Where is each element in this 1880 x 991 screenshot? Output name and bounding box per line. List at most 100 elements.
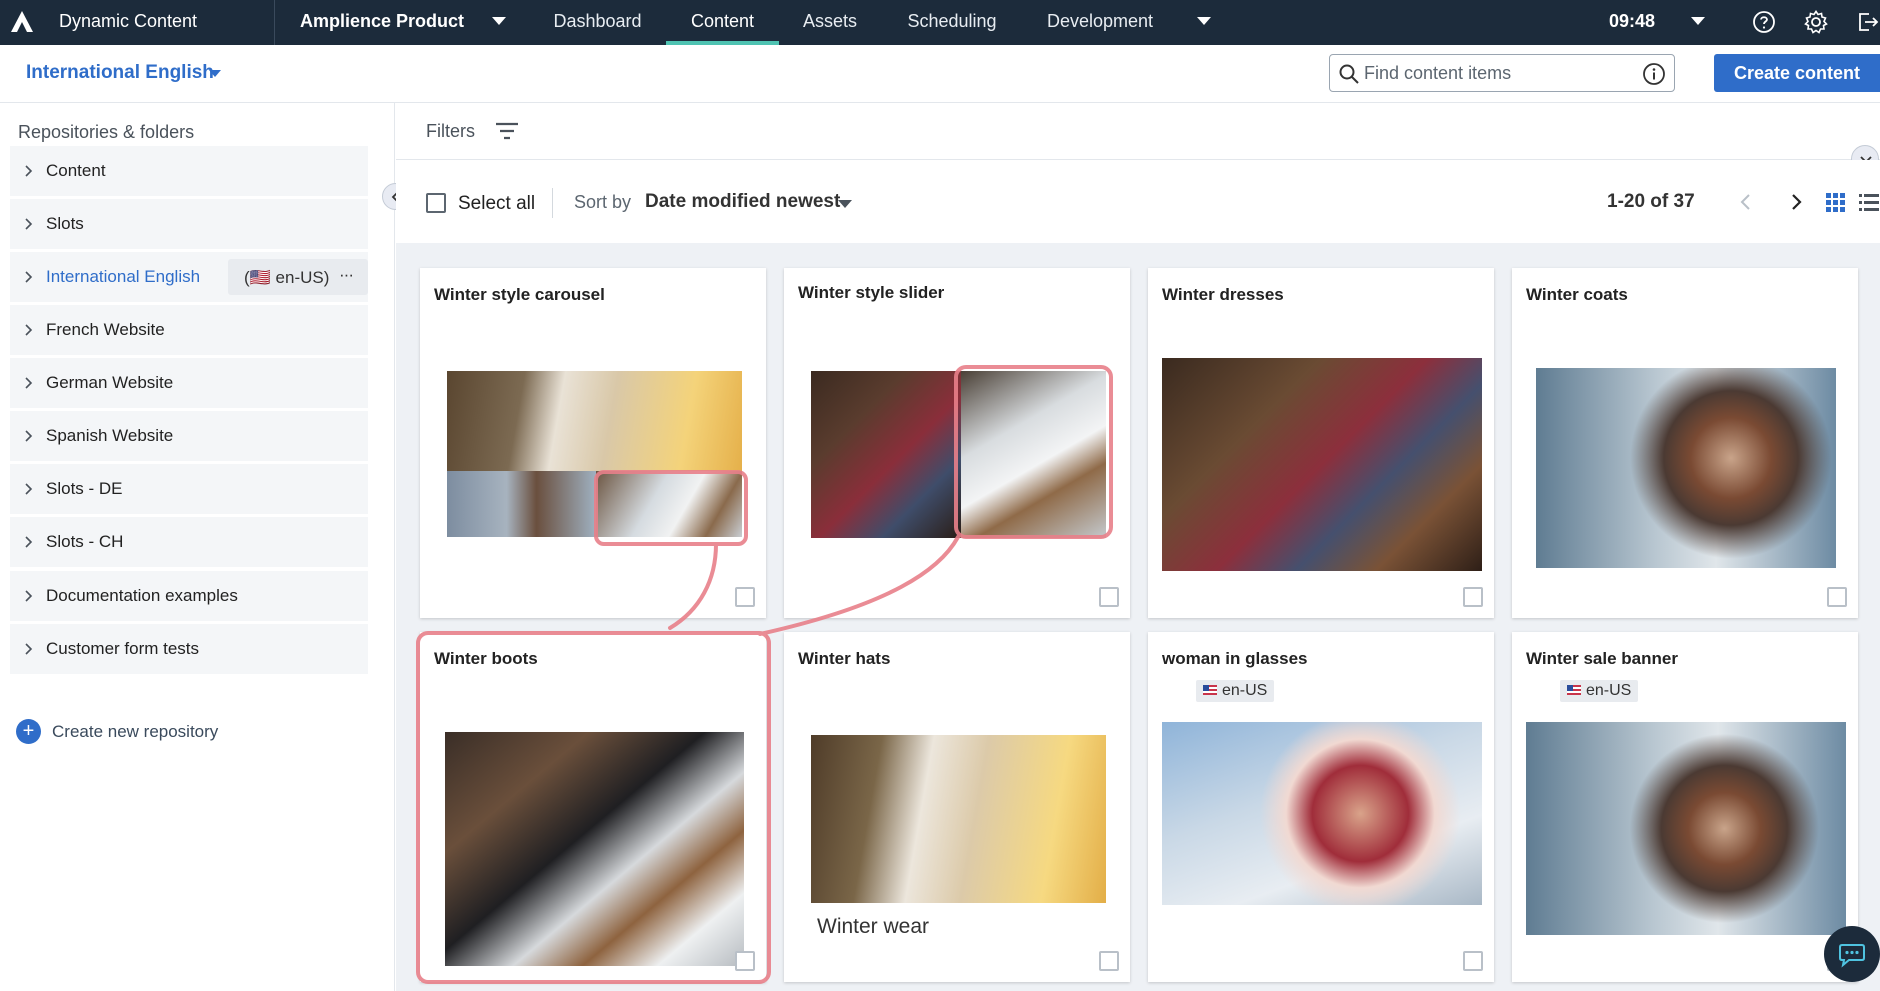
content-card[interactable]: Winter sale banner en-US [1512,632,1858,982]
us-flag-icon [1203,685,1217,695]
sidebar-item[interactable]: Slots - DE [10,464,368,514]
card-title: Winter dresses [1162,285,1284,304]
sidebar-item[interactable]: Content [10,146,368,196]
chevron-right-icon[interactable] [22,270,34,284]
sort-select[interactable]: Date modified newest [645,191,840,213]
grid-view-icon[interactable] [1823,190,1847,214]
tab-scheduling[interactable]: Scheduling [892,0,1012,45]
sidebar-item-label: Documentation examples [46,586,238,605]
locale-tag-label: en-US [1222,682,1268,699]
chevron-right-icon[interactable] [22,482,34,496]
chevron-right-icon[interactable] [22,164,34,178]
tab-development[interactable]: Development [1035,0,1165,45]
card-thumbnail-image [811,735,1106,903]
content-card[interactable]: Winter style slider [784,268,1130,618]
top-nav-bar: Dynamic Content Amplience Product Dashbo… [0,0,1880,45]
locale-caret-icon[interactable] [209,70,221,77]
next-page-icon[interactable] [1785,190,1807,214]
sidebar-item[interactable]: Slots - CH [10,517,368,567]
app-name[interactable]: Dynamic Content [59,11,197,32]
select-all-label[interactable]: Select all [458,193,535,215]
content-card[interactable]: Winter coats [1512,268,1858,618]
card-thumbnail-image [1162,722,1482,905]
card-checkbox[interactable] [1463,587,1483,607]
tab-content[interactable]: Content [666,0,779,45]
sidebar-item-label: International English [46,267,201,286]
sidebar-item-label: French Website [46,320,165,339]
content-card[interactable]: Winter boots [420,632,766,982]
chat-icon [1839,944,1865,968]
filter-icon[interactable] [494,121,520,141]
card-title: Winter hats [798,649,891,668]
create-content-button[interactable]: Create content [1714,54,1880,92]
chevron-right-icon[interactable] [22,376,34,390]
card-checkbox[interactable] [735,587,755,607]
time-caret-icon[interactable] [1691,17,1705,25]
card-title: Winter style slider [798,283,945,302]
card-thumbnail-image [1162,358,1482,571]
filters-label[interactable]: Filters [426,121,475,142]
sidebar-item[interactable]: Slots [10,199,368,249]
chevron-right-icon[interactable] [22,589,34,603]
sidebar-item-label: Slots [46,214,84,233]
chevron-right-icon[interactable] [22,429,34,443]
help-icon[interactable] [1751,9,1777,35]
amplience-logo-icon[interactable] [8,8,36,36]
card-checkbox[interactable] [1463,951,1483,971]
tab-dashboard[interactable]: Dashboard [535,0,660,45]
plus-icon: + [16,719,41,744]
tab-scheduling-label: Scheduling [907,11,997,31]
sidebar-item[interactable]: Documentation examples [10,571,368,621]
more-options-icon[interactable]: ··· [339,265,354,285]
search-icon [1339,64,1359,84]
card-title: Winter style carousel [434,285,605,304]
list-view-icon[interactable] [1857,190,1880,214]
locale-tag-label: (🇺🇸 en-US) [244,268,330,287]
content-card[interactable]: woman in glasses en-US [1148,632,1494,982]
card-thumbnail-image [1536,368,1836,568]
card-title: Winter sale banner [1526,649,1678,668]
info-icon[interactable] [1642,62,1666,86]
search-box[interactable] [1329,54,1675,92]
nav-divider [274,0,275,45]
card-title: Winter coats [1526,285,1628,304]
search-input[interactable] [1364,59,1634,87]
tab-assets-label: Assets [802,11,858,31]
content-card[interactable]: Winter hats Winter wear [784,632,1130,982]
sidebar: Repositories & folders Content Slots Inter… [0,103,395,991]
sidebar-item-label: Slots - DE [46,479,123,498]
sidebar-item-label: Content [46,161,106,180]
settings-icon[interactable] [1803,9,1829,35]
chevron-right-icon[interactable] [22,217,34,231]
card-thumbnail-image [447,471,596,537]
card-caption: Winter wear [817,915,930,938]
previous-page-icon[interactable] [1735,190,1757,214]
chevron-right-icon[interactable] [22,535,34,549]
content-card[interactable]: Winter style carousel [420,268,766,618]
logout-icon[interactable] [1854,9,1880,35]
chat-button[interactable] [1824,926,1880,982]
toolbar-divider [552,188,553,218]
hub-caret-icon[interactable] [492,17,506,25]
sidebar-item[interactable]: International English (🇺🇸 en-US) ··· [10,252,368,302]
create-repository-label: Create new repository [52,722,219,741]
content-card[interactable]: Winter dresses [1148,268,1494,618]
clock-time[interactable]: 09:48 [1609,11,1655,32]
card-checkbox[interactable] [1827,587,1847,607]
development-caret-icon[interactable] [1197,17,1211,25]
card-checkbox[interactable] [1099,951,1119,971]
locale-selector[interactable]: International English [26,62,214,84]
tab-assets[interactable]: Assets [786,0,874,45]
card-checkbox[interactable] [1099,587,1119,607]
sort-caret-icon[interactable] [838,200,852,208]
card-thumbnail-image [1526,722,1846,935]
hub-selector[interactable]: Amplience Product [300,11,464,32]
card-checkbox[interactable] [735,951,755,971]
sidebar-item[interactable]: French Website [10,305,368,355]
sidebar-item[interactable]: Spanish Website [10,411,368,461]
chevron-right-icon[interactable] [22,323,34,337]
sidebar-item[interactable]: German Website [10,358,368,408]
select-all-checkbox[interactable] [426,193,446,213]
chevron-right-icon[interactable] [22,642,34,656]
sidebar-item[interactable]: Customer form tests [10,624,368,674]
